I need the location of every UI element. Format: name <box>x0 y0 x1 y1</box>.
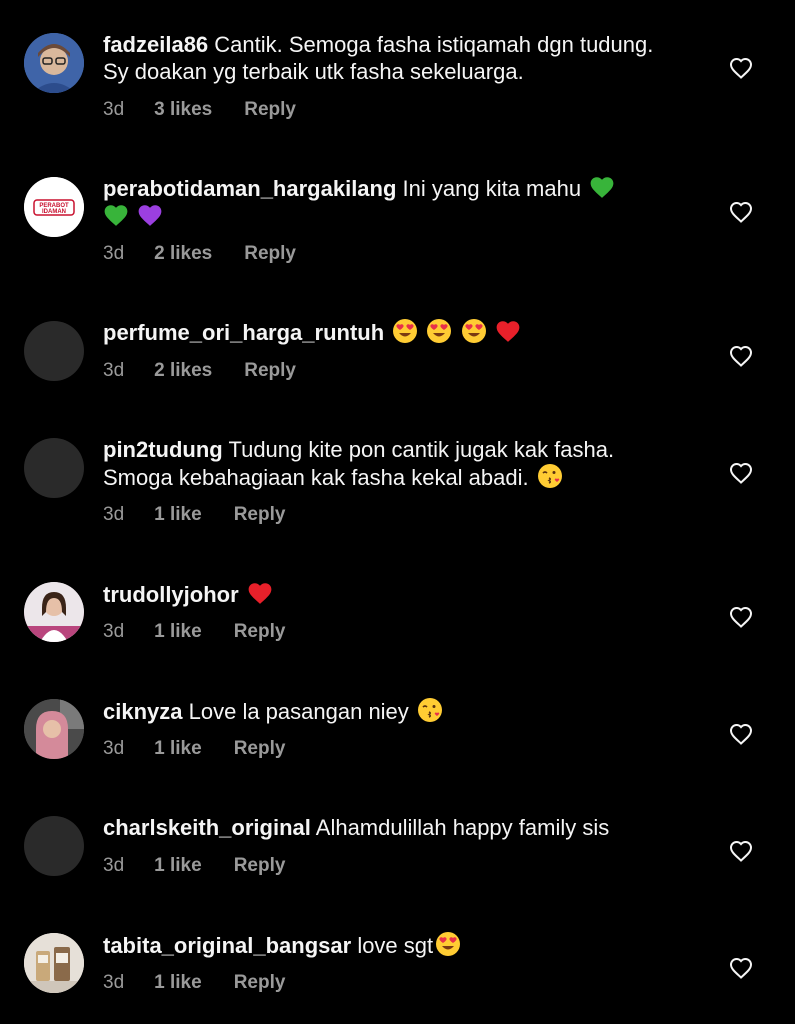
avatar[interactable] <box>24 933 84 993</box>
comment-likes[interactable]: 2 likes <box>154 243 212 264</box>
heart-eyes-emoji-icon <box>461 319 486 343</box>
comment-username[interactable]: trudollyjohor <box>103 582 239 607</box>
green-heart-icon <box>590 177 614 198</box>
heart-eyes-emoji-icon <box>393 319 418 343</box>
comment-meta: 3d 3 likes Reply <box>103 99 296 121</box>
like-heart-icon[interactable] <box>729 57 753 79</box>
comment-body: perabotidaman_hargakilang Ini yang kita … <box>103 174 683 230</box>
kiss-face-emoji-icon <box>417 698 442 722</box>
red-heart-icon <box>496 321 520 342</box>
comment-body: fadzeila86 Cantik. Semoga fasha istiqama… <box>103 31 683 85</box>
comment-likes[interactable]: 1 like <box>154 504 202 525</box>
comment-username[interactable]: perabotidaman_hargakilang <box>103 176 396 201</box>
comment-text: Ini yang kita mahu <box>402 176 582 201</box>
avatar[interactable]: PERABOT IDAMAN <box>24 177 84 237</box>
comment-body: charlskeith_original Alhamdulillah happy… <box>103 814 683 841</box>
avatar[interactable] <box>24 582 84 642</box>
comment-username[interactable]: charlskeith_original <box>103 815 311 840</box>
comment-body: tabita_original_bangsar love sgt <box>103 931 683 959</box>
reply-button[interactable]: Reply <box>244 99 296 120</box>
comment-text: Alhamdulillah happy family sis <box>315 815 610 840</box>
comment-username[interactable]: fadzeila86 <box>103 32 208 57</box>
comment-meta: 3d 1 like Reply <box>103 738 285 760</box>
avatar[interactable] <box>24 816 84 876</box>
comment-body: ciknyza Love la pasangan niey <box>103 697 683 725</box>
avatar[interactable] <box>24 321 84 381</box>
comment-meta: 3d 1 like Reply <box>103 504 285 526</box>
comment-likes[interactable]: 1 like <box>154 855 202 876</box>
comment-body: pin2tudung Tudung kite pon cantik jugak … <box>103 436 683 491</box>
like-heart-icon[interactable] <box>729 462 753 484</box>
comment-username[interactable]: pin2tudung <box>103 437 223 462</box>
comment-time: 3d <box>103 243 125 264</box>
comment-likes[interactable]: 2 likes <box>154 360 212 381</box>
like-heart-icon[interactable] <box>729 723 753 745</box>
reply-button[interactable]: Reply <box>244 360 296 381</box>
comment-time: 3d <box>103 855 125 876</box>
comment-meta: 3d 1 like Reply <box>103 621 285 643</box>
avatar[interactable] <box>24 699 84 759</box>
comment-likes[interactable]: 1 like <box>154 621 202 642</box>
avatar[interactable] <box>24 438 84 498</box>
comment-body: perfume_ori_harga_runtuh <box>103 318 683 346</box>
comment-time: 3d <box>103 99 125 120</box>
purple-heart-icon <box>138 205 162 226</box>
kiss-face-emoji-icon <box>537 464 562 488</box>
reply-button[interactable]: Reply <box>234 855 286 876</box>
reply-button[interactable]: Reply <box>234 621 286 642</box>
like-heart-icon[interactable] <box>729 840 753 862</box>
reply-button[interactable]: Reply <box>234 738 286 759</box>
reply-button[interactable]: Reply <box>234 972 286 993</box>
reply-button[interactable]: Reply <box>244 243 296 264</box>
comment-time: 3d <box>103 360 125 381</box>
red-heart-icon <box>248 583 272 604</box>
comment-username[interactable]: perfume_ori_harga_runtuh <box>103 320 384 345</box>
comment-likes[interactable]: 1 like <box>154 738 202 759</box>
like-heart-icon[interactable] <box>729 606 753 628</box>
comment-text: Love la pasangan niey <box>188 699 409 724</box>
comment-meta: 3d 2 likes Reply <box>103 360 296 382</box>
comment-body: trudollyjohor <box>103 580 683 608</box>
comment-meta: 3d 1 like Reply <box>103 972 285 994</box>
comment-likes[interactable]: 1 like <box>154 972 202 993</box>
like-heart-icon[interactable] <box>729 957 753 979</box>
green-heart-icon <box>104 205 128 226</box>
reply-button[interactable]: Reply <box>234 504 286 525</box>
comment-meta: 3d 2 likes Reply <box>103 243 296 265</box>
comment-text: love sgt <box>357 933 434 958</box>
comment-username[interactable]: ciknyza <box>103 699 183 724</box>
svg-text:IDAMAN: IDAMAN <box>42 209 66 215</box>
comment-likes[interactable]: 3 likes <box>154 99 212 120</box>
comment-time: 3d <box>103 738 125 759</box>
comment-time: 3d <box>103 621 125 642</box>
comment-time: 3d <box>103 972 125 993</box>
avatar[interactable] <box>24 33 84 93</box>
heart-eyes-emoji-icon <box>436 932 461 956</box>
comment-meta: 3d 1 like Reply <box>103 855 285 877</box>
heart-eyes-emoji-icon <box>427 319 452 343</box>
comment-time: 3d <box>103 504 125 525</box>
like-heart-icon[interactable] <box>729 201 753 223</box>
like-heart-icon[interactable] <box>729 345 753 367</box>
comment-username[interactable]: tabita_original_bangsar <box>103 933 351 958</box>
